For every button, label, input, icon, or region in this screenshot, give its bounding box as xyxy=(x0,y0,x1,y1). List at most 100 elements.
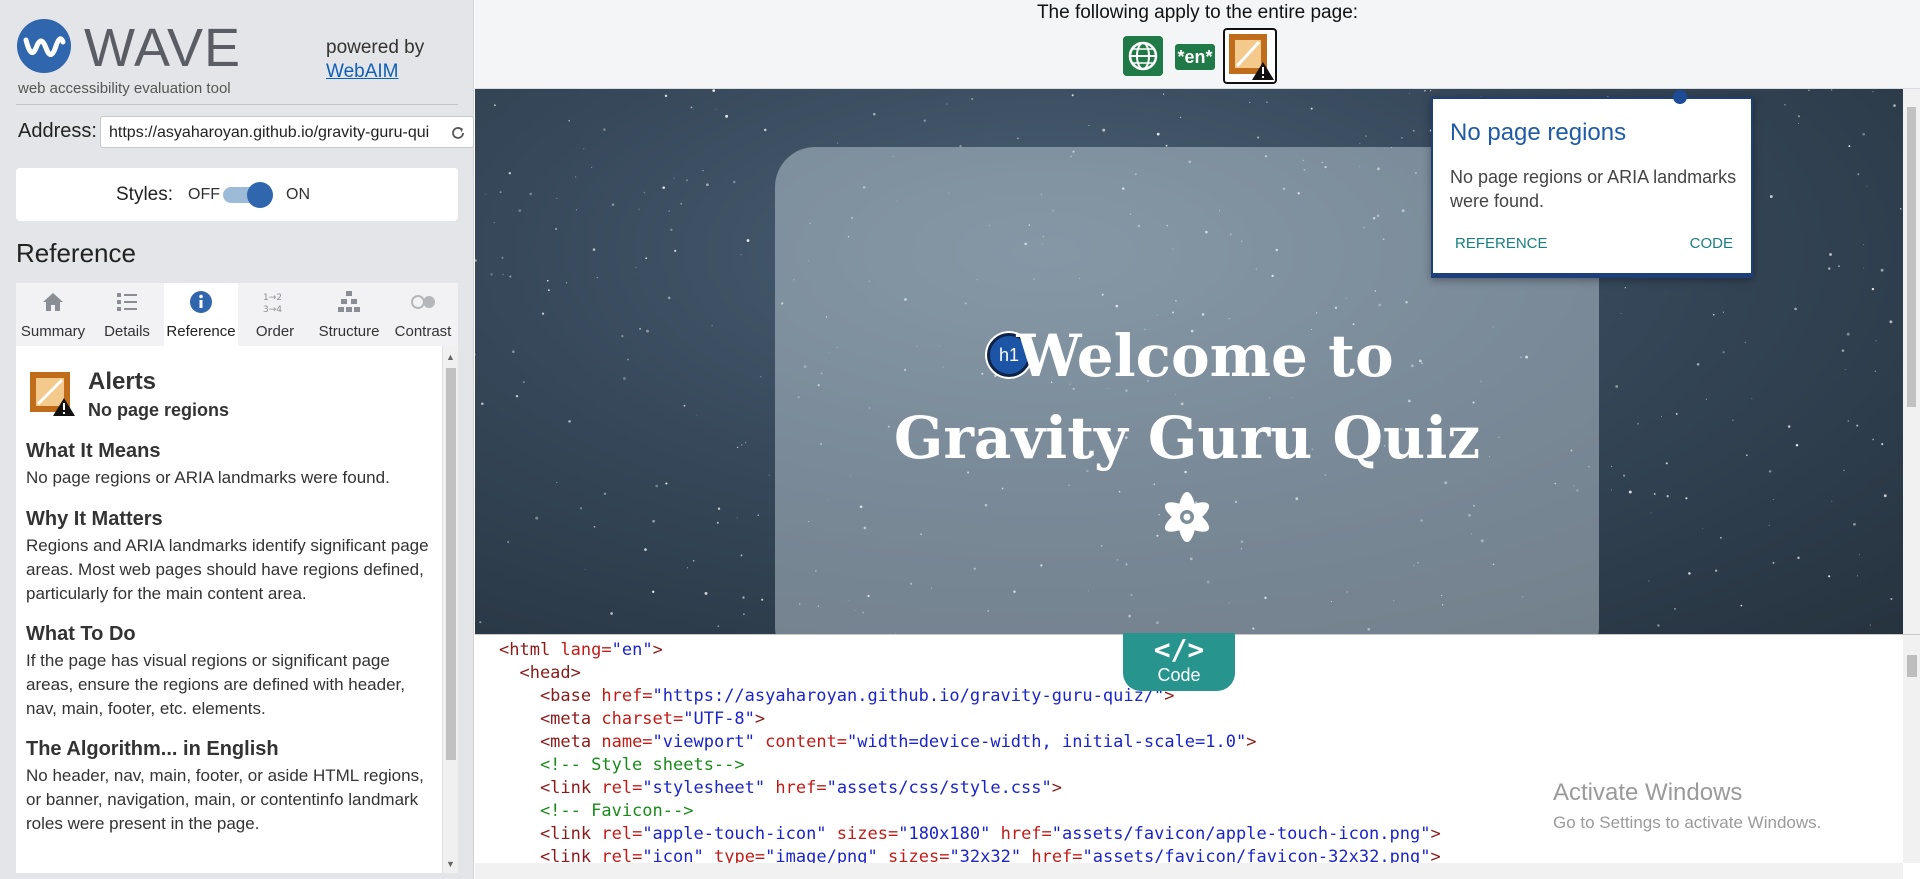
contrast-icon xyxy=(411,295,435,309)
star xyxy=(1862,267,1864,269)
code-toggle-button[interactable]: </> Code xyxy=(1123,633,1235,691)
ref-section-matters: Why It Matters Regions and ARIA landmark… xyxy=(26,508,436,606)
star xyxy=(670,228,673,231)
star xyxy=(565,282,568,284)
star xyxy=(680,202,683,205)
star xyxy=(1746,454,1748,456)
star xyxy=(603,492,607,496)
reload-icon[interactable] xyxy=(449,124,467,142)
popup-code-link[interactable]: CODE xyxy=(1690,235,1733,252)
star xyxy=(475,259,477,262)
star xyxy=(579,507,583,510)
code-line: <meta charset="UTF-8"> xyxy=(499,708,1441,731)
star xyxy=(1163,93,1165,95)
star xyxy=(1889,320,1893,324)
star xyxy=(1830,89,1833,91)
scroll-thumb[interactable] xyxy=(1907,107,1916,407)
star xyxy=(1808,89,1810,92)
code-token: "stylesheet" xyxy=(642,778,766,798)
scroll-thumb[interactable] xyxy=(1907,655,1917,677)
tab-structure[interactable]: Structure xyxy=(312,283,386,346)
star xyxy=(475,353,477,356)
code-token: > xyxy=(754,709,766,729)
address-input[interactable] xyxy=(109,122,429,144)
star xyxy=(1720,536,1722,539)
code-token: > xyxy=(1246,732,1257,752)
star xyxy=(507,541,509,543)
code-token: > xyxy=(1430,824,1441,844)
scroll-thumb[interactable] xyxy=(446,368,456,760)
code-toggle-label: Code xyxy=(1157,665,1201,685)
star xyxy=(1249,101,1251,103)
star xyxy=(509,275,512,278)
tab-order[interactable]: 1→2 3→4 Order xyxy=(238,283,312,346)
star xyxy=(717,625,720,628)
star xyxy=(1751,398,1753,400)
star xyxy=(673,177,675,179)
scroll-up-arrow-icon[interactable]: ▲ xyxy=(446,352,455,362)
language-badge[interactable]: *en* xyxy=(1175,44,1215,70)
code-token: "180x180" xyxy=(898,824,991,844)
code-token: "assets/favicon/apple-touch-icon.png" xyxy=(1051,824,1431,844)
star xyxy=(743,613,745,615)
star xyxy=(1841,349,1845,352)
code-token: href= xyxy=(775,778,827,798)
star xyxy=(583,148,585,150)
star xyxy=(1615,385,1619,388)
code-horizontal-scrollbar[interactable] xyxy=(475,863,1903,879)
star xyxy=(740,444,743,446)
star xyxy=(1740,604,1743,607)
alert-icon xyxy=(1229,34,1274,80)
star xyxy=(603,128,606,131)
code-scrollbar[interactable] xyxy=(1903,635,1920,863)
star xyxy=(1650,512,1652,514)
star xyxy=(1797,556,1800,560)
star xyxy=(1874,370,1877,373)
webaim-link[interactable]: WebAIM xyxy=(326,60,424,84)
star xyxy=(1875,340,1877,342)
star xyxy=(732,180,736,184)
tab-details[interactable]: Details xyxy=(90,283,164,346)
tab-contrast[interactable]: Contrast xyxy=(386,283,460,346)
tab-label: Order xyxy=(255,323,295,340)
panel-tabs: Summary Details Reference 1→2 3→4 Order S… xyxy=(16,283,458,346)
star xyxy=(499,191,502,194)
svg-text:1→2: 1→2 xyxy=(263,293,282,303)
star xyxy=(591,166,593,168)
star xyxy=(1665,462,1668,465)
code-token: <link xyxy=(499,778,602,798)
scroll-down-arrow-icon[interactable]: ▼ xyxy=(446,859,455,869)
tab-summary[interactable]: Summary xyxy=(16,283,90,346)
wave-header: WAVE web accessibility evaluation tool p… xyxy=(16,18,456,102)
star xyxy=(1769,195,1773,198)
no-regions-alert-icon[interactable] xyxy=(1223,28,1277,84)
tab-reference[interactable]: Reference xyxy=(164,283,238,346)
code-token: <base xyxy=(499,686,602,706)
star xyxy=(971,98,973,100)
popup-reference-link[interactable]: REFERENCE xyxy=(1455,235,1548,252)
star xyxy=(490,273,493,276)
star xyxy=(568,119,571,122)
globe-icon[interactable] xyxy=(1123,36,1163,76)
star xyxy=(479,621,482,624)
star xyxy=(635,267,637,269)
star xyxy=(1622,474,1626,477)
star xyxy=(1784,103,1786,106)
star xyxy=(1768,524,1770,526)
wave-logo-icon[interactable] xyxy=(16,18,72,74)
ref-section-heading: The Algorithm... in English xyxy=(26,738,279,760)
star xyxy=(923,119,926,122)
star xyxy=(736,446,739,449)
star xyxy=(1829,253,1832,256)
star xyxy=(1088,125,1090,127)
star xyxy=(1732,419,1734,421)
divider xyxy=(16,104,458,105)
star xyxy=(757,514,759,516)
code-line: <link rel="stylesheet" href="assets/css/… xyxy=(499,777,1441,800)
star xyxy=(702,169,704,172)
reference-scrollbar[interactable]: ▲ ▼ xyxy=(442,346,458,873)
preview-scrollbar[interactable] xyxy=(1903,89,1920,634)
star xyxy=(1772,561,1775,564)
windows-watermark-title: Activate Windows xyxy=(1553,779,1743,806)
styles-toggle[interactable] xyxy=(223,182,273,208)
